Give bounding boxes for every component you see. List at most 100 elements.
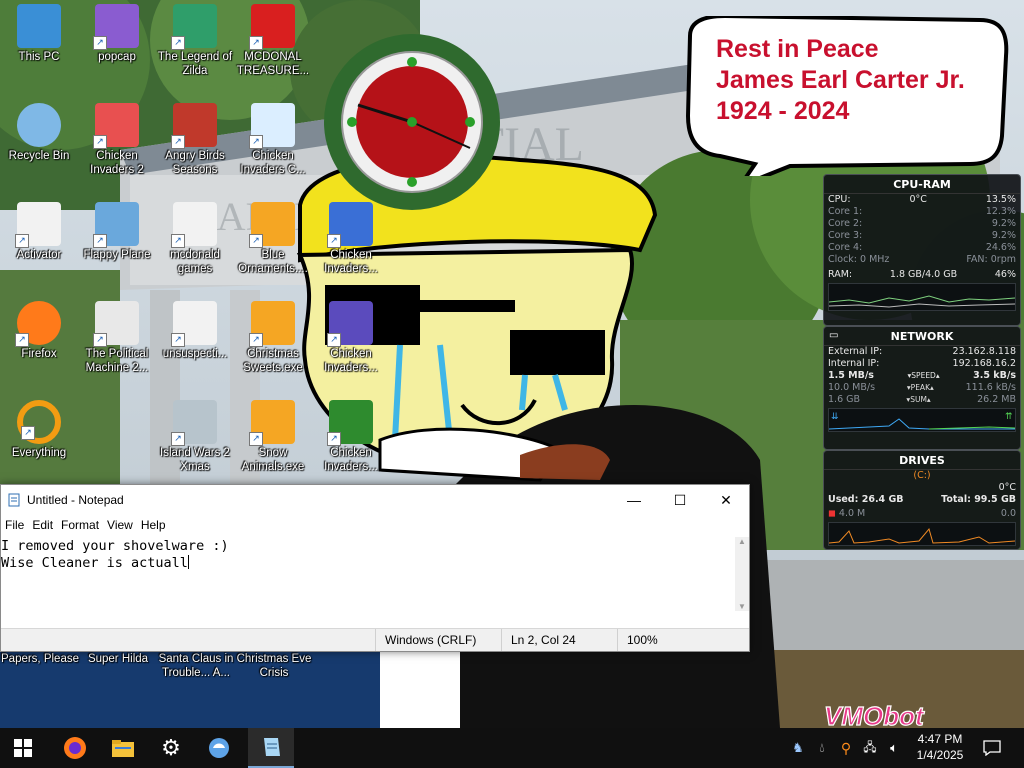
menu-view[interactable]: View — [105, 515, 139, 535]
drive-letter: (C:) — [913, 470, 931, 481]
start-button[interactable] — [0, 728, 46, 768]
desktop-icon-this-pc[interactable]: This PC — [0, 4, 78, 64]
desktop-icon-chicken-invaders-2[interactable]: ↗ Chicken Invaders 2 — [78, 103, 156, 177]
drives-title: DRIVES — [824, 451, 1020, 470]
speed-label: SPEED — [911, 371, 936, 380]
shortcut-arrow-icon: ↗ — [15, 333, 29, 347]
internal-ip-label: Internal IP: — [828, 358, 880, 369]
ram-percent: 46% — [994, 269, 1016, 280]
desktop-icon-christmas-sweets-exe[interactable]: ↗ Christmas Sweets.exe — [234, 301, 312, 375]
desktop-label-papers-please[interactable]: Papers, Please — [0, 652, 80, 666]
core-3-label: Core 3: — [828, 230, 863, 241]
desktop-icon-label: Chicken Invaders 2 — [90, 150, 144, 176]
desktop-icon-mcdonald-games[interactable]: ↗ mcdonald games — [156, 202, 234, 276]
ram-value: 1.8 GB/4.0 GB — [889, 269, 958, 280]
shortcut-arrow-icon: ↗ — [327, 333, 341, 347]
shortcut-arrow-icon: ↗ — [249, 135, 263, 149]
desktop-label-christmas-eve-crisis[interactable]: Christmas Eve Crisis — [234, 652, 314, 680]
notepad-titlebar[interactable]: Untitled - Notepad — ☐ ✕ — [1, 485, 749, 515]
desktop-icon-recycle-bin[interactable]: Recycle Bin — [0, 103, 78, 163]
desktop-label-santa-claus[interactable]: Santa Claus in Trouble... A... — [156, 652, 236, 680]
desktop-icon-blue-ornaments[interactable]: ↗ Blue Ornaments.... — [234, 202, 312, 276]
speech-bubble: Rest in Peace James Earl Carter Jr. 1924… — [680, 16, 1010, 176]
cpu-ram-title: CPU-RAM — [824, 175, 1020, 194]
notepad-window[interactable]: Untitled - Notepad — ☐ ✕ File Edit Forma… — [0, 484, 750, 652]
network-gadget[interactable]: ▭ NETWORK External IP: 23.162.8.118 Intern… — [823, 326, 1021, 450]
desktop-icon-island-wars-2-xmas[interactable]: ↗ Island Wars 2 Xmas — [156, 400, 234, 474]
tray-droplet-icon[interactable]: 💧︎ — [812, 738, 832, 758]
menu-file[interactable]: File — [3, 515, 30, 535]
globe-icon — [209, 738, 229, 758]
desktop-icon-label: MCDONAL TREASURE... — [236, 51, 310, 77]
tray-search-icon[interactable]: ⚲ — [836, 738, 856, 758]
desktop-icon-chicken-invaders[interactable]: ↗ Chicken Invaders... — [312, 301, 390, 375]
taskbar-clock[interactable]: 4:47 PM 1/4/2025 — [910, 731, 970, 763]
menu-help[interactable]: Help — [139, 515, 172, 535]
clock-time: 4:47 PM — [917, 732, 963, 746]
cpu-total: 13.5% — [985, 194, 1016, 205]
vertical-scrollbar[interactable]: ▲ ▼ — [735, 537, 749, 611]
taskbar: ⚙ ♞ 💧︎ ⚲ 🖧︎ 🔈︎ 4:47 PM 1/4/2025 — [0, 728, 1024, 768]
menu-format[interactable]: Format — [59, 515, 105, 535]
cpu-ram-gadget[interactable]: CPU-RAM CPU: 0°C 13.5% Core 1: 12.3% Core 2… — [823, 174, 1021, 326]
scroll-up-arrow-icon[interactable]: ▲ — [735, 537, 749, 546]
clock-date: 1/4/2025 — [916, 748, 964, 762]
file-icon: ↗ — [171, 202, 217, 248]
desktop-icon-the-political-machine-2[interactable]: ↗ The Political Machine 2... — [78, 301, 156, 375]
core-2-label: Core 2: — [828, 218, 863, 229]
watermark-text: VMObot — [824, 701, 925, 731]
shortcut-arrow-icon: ↗ — [93, 36, 107, 50]
desktop-icon-chicken-invaders[interactable]: ↗ Chicken Invaders... — [312, 202, 390, 276]
tray-network-share-icon[interactable]: ♞ — [788, 738, 808, 758]
minimize-button[interactable]: — — [611, 485, 657, 515]
drive-total: Total: 99.5 GB — [941, 494, 1016, 505]
desktop-icon-chicken-invaders[interactable]: ↗ Chicken Invaders... — [312, 400, 390, 474]
puzzle-icon: ↗ — [249, 301, 295, 347]
desktop-label-super-hilda[interactable]: Super Hilda — [78, 652, 158, 666]
notepad-text-area[interactable]: I removed your shovelware :) Wise Cleaner… — [1, 537, 733, 612]
windows-logo-icon — [14, 739, 32, 757]
core-1-label: Core 1: — [828, 206, 863, 217]
firefox-icon: ↗ — [15, 301, 61, 347]
taskbar-app[interactable] — [196, 728, 242, 768]
network-traffic-graph: ⇊ ⇈ — [828, 408, 1016, 432]
desktop-icon-flappy-plane[interactable]: ↗ Flappy Plane — [78, 202, 156, 262]
taskbar-file-explorer[interactable] — [100, 728, 146, 768]
core-4-label: Core 4: — [828, 242, 863, 253]
chicken-snowman-icon: ↗ — [249, 103, 295, 149]
menu-edit[interactable]: Edit — [30, 515, 59, 535]
bubble-line-3: 1924 - 2024 — [716, 97, 850, 125]
drives-gadget[interactable]: DRIVES (C:) 0°C Used: 26.4 GB Total: 99.5… — [823, 450, 1021, 550]
taskbar-settings[interactable]: ⚙ — [148, 728, 194, 768]
sum-up: 26.2 MB — [977, 394, 1016, 405]
tray-network-icon[interactable]: 🖧︎ — [860, 738, 880, 758]
desktop-icon-popcap[interactable]: ↗ popcap — [78, 4, 156, 64]
desktop-icon-the-legend-of-zilda[interactable]: ↗ The Legend of Zilda — [156, 4, 234, 78]
desktop-icon-snow-animals-exe[interactable]: ↗ Snow Animals.exe — [234, 400, 312, 474]
speed-up: 3.5 kB/s — [973, 370, 1016, 381]
desktop-icon-label: The Political Machine 2... — [85, 348, 149, 374]
speed-down: 1.5 MB/s — [828, 370, 874, 381]
desktop-icon-label: Chicken Invaders... — [324, 447, 378, 473]
close-button[interactable]: ✕ — [703, 485, 749, 515]
desktop-icon-label: unsuspecti... — [162, 348, 228, 360]
desktop-icon-everything[interactable]: ↗ Everything — [0, 400, 78, 460]
desktop-icon-firefox[interactable]: ↗ Firefox — [0, 301, 78, 361]
shortcut-arrow-icon: ↗ — [15, 234, 29, 248]
desktop-icon-activator[interactable]: ↗ Activator — [0, 202, 78, 262]
scroll-down-arrow-icon[interactable]: ▼ — [735, 602, 749, 611]
external-ip-value: 23.162.8.118 — [952, 346, 1016, 357]
tray-volume-icon[interactable]: 🔈︎ — [884, 738, 904, 758]
desktop-icon-angry-birds-seasons[interactable]: ↗ Angry Birds Seasons — [156, 103, 234, 177]
desktop-icon-mcdonal-treasure[interactable]: ↗ MCDONAL TREASURE... — [234, 4, 312, 78]
desktop-icon-label: Blue Ornaments.... — [238, 249, 308, 275]
file-icon: ↗ — [171, 301, 217, 347]
maximize-button[interactable]: ☐ — [657, 485, 703, 515]
firefox-icon — [64, 737, 86, 759]
desktop-icon-chicken-invaders-c[interactable]: ↗ Chicken Invaders C... — [234, 103, 312, 177]
notepad-taskbar-icon — [264, 738, 280, 756]
desktop-icon-unsuspecti[interactable]: ↗ unsuspecti... — [156, 301, 234, 361]
taskbar-firefox[interactable] — [52, 728, 98, 768]
taskbar-notepad[interactable] — [248, 728, 294, 768]
notification-center-icon[interactable] — [980, 738, 1004, 758]
